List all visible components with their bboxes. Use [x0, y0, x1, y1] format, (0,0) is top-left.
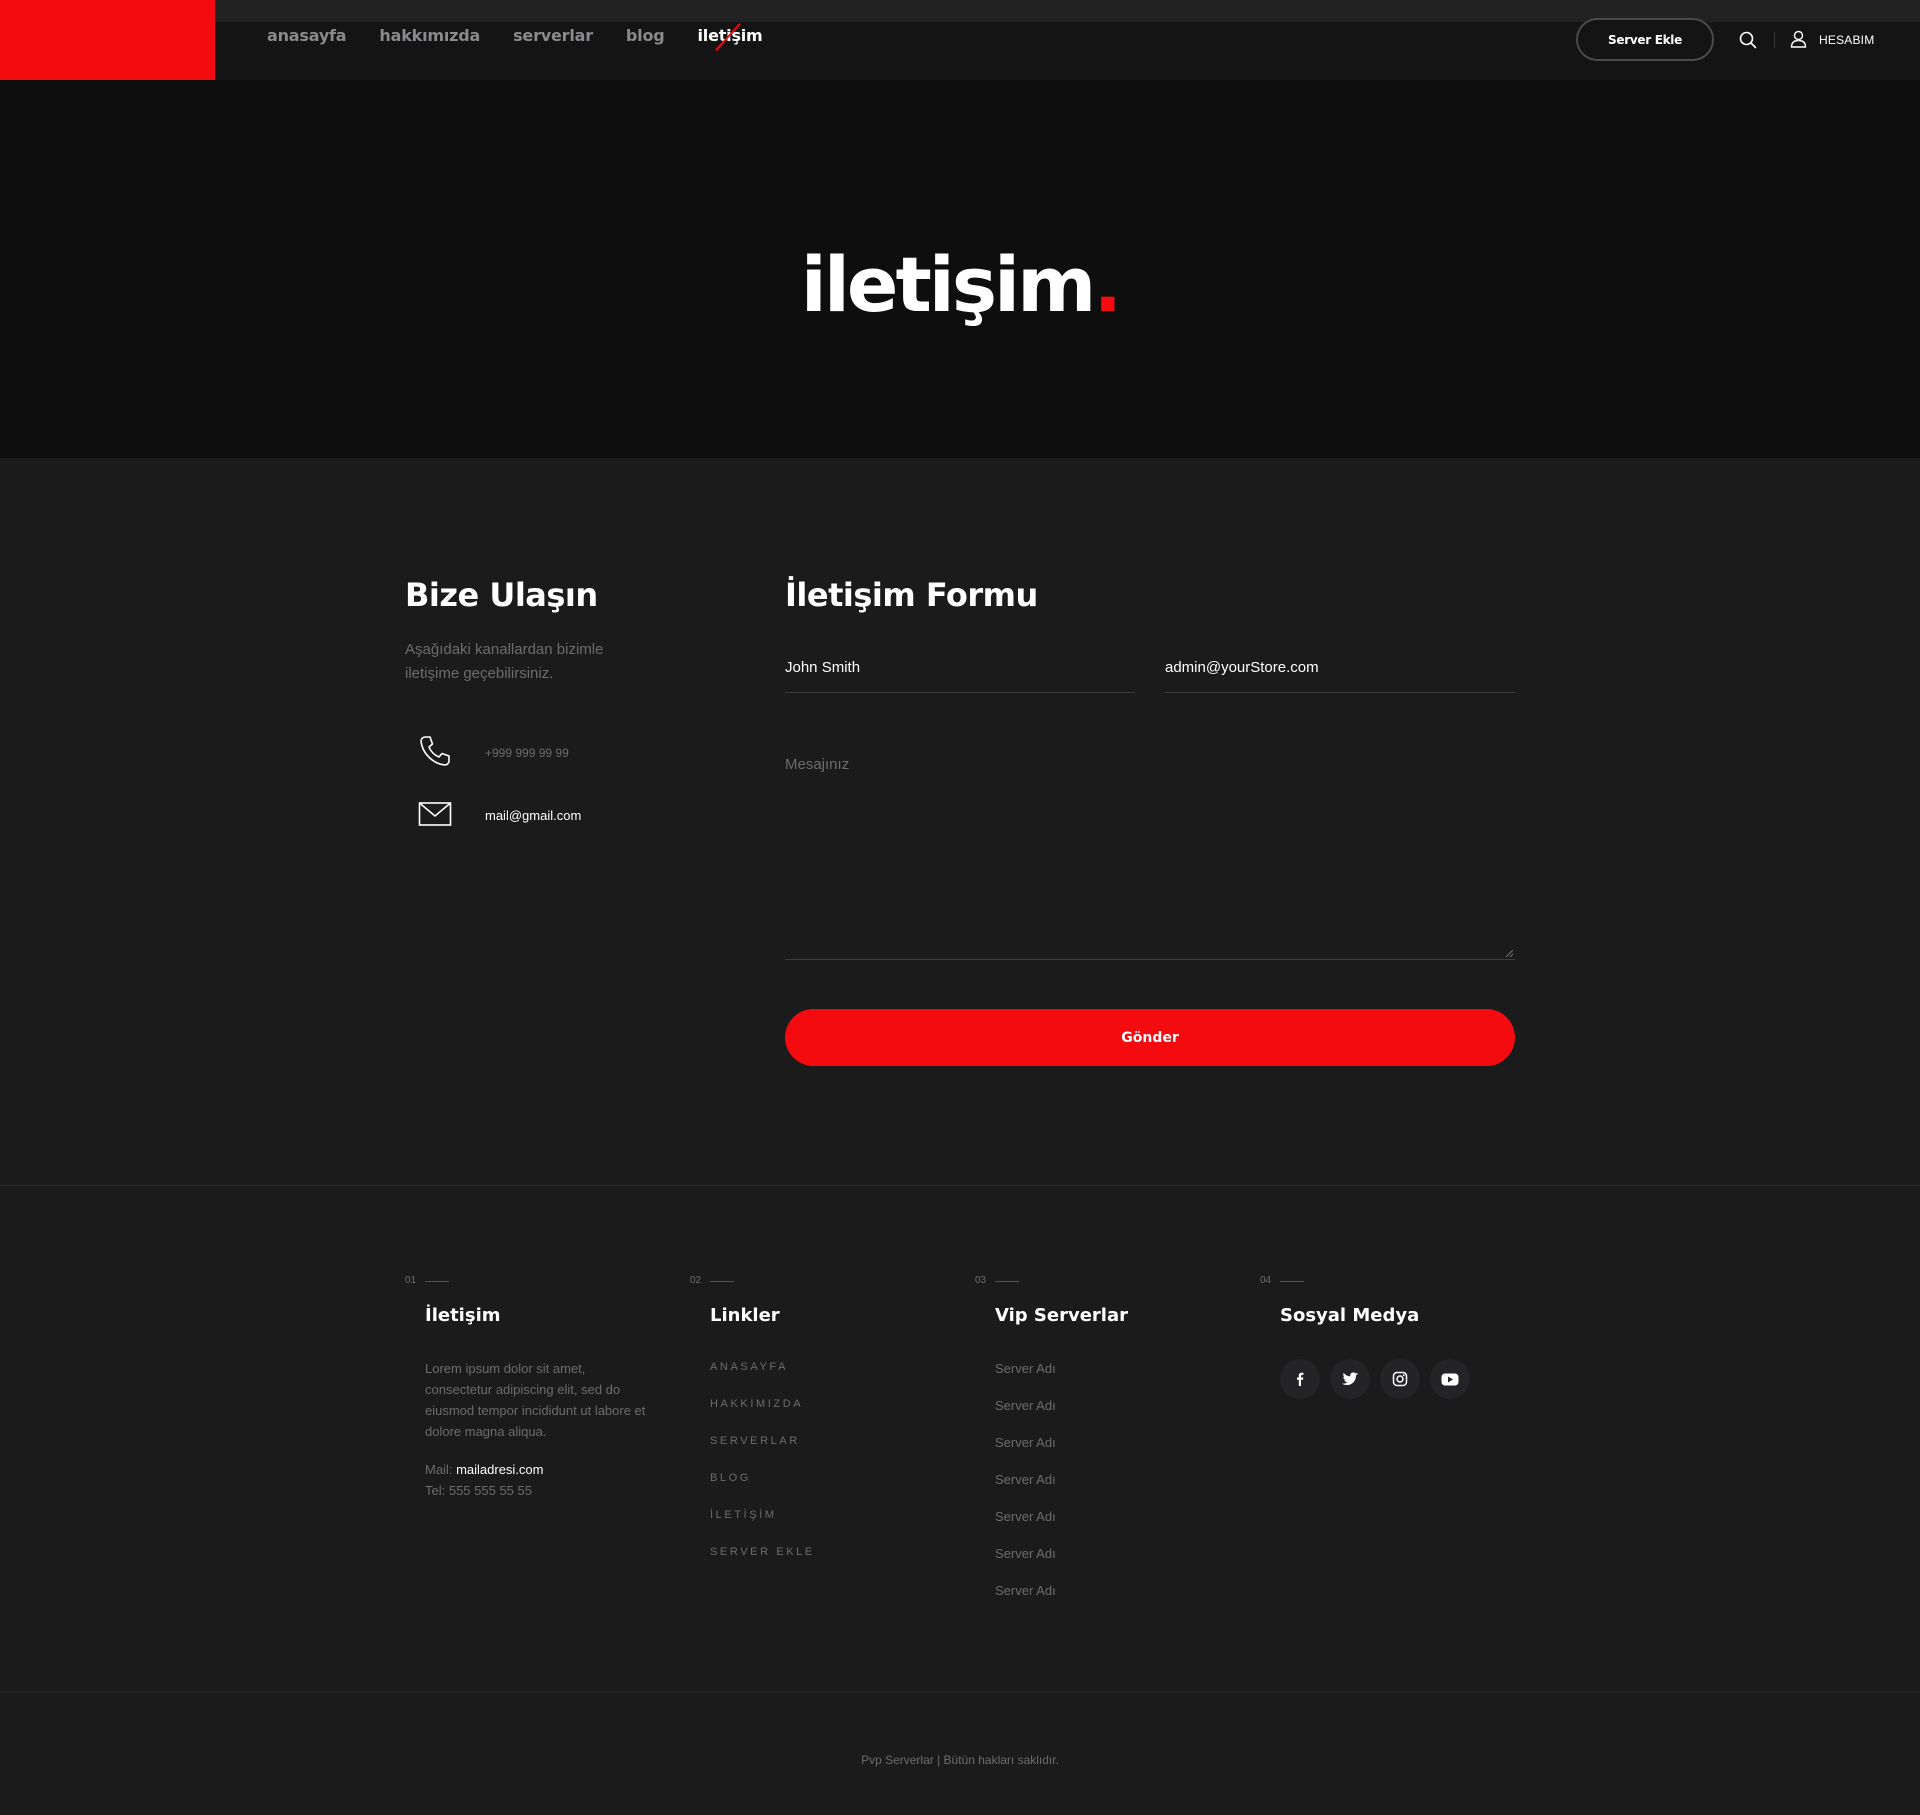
vip-server-item[interactable]: Server Adı	[995, 1546, 1056, 1561]
footer-link-blog[interactable]: BLOG	[710, 1472, 751, 1484]
footer-col3-accent	[995, 1281, 1019, 1282]
footer-col2-number: 02	[690, 1275, 702, 1286]
instagram-button[interactable]	[1380, 1359, 1420, 1399]
nav-anasayfa[interactable]: anasayfa	[267, 26, 347, 45]
instagram-icon	[1392, 1371, 1408, 1387]
server-ekle-button[interactable]: Server Ekle	[1576, 18, 1714, 61]
email-field[interactable]	[1165, 643, 1515, 693]
footer-divider	[0, 1692, 1920, 1693]
vip-server-item[interactable]: Server Adı	[995, 1398, 1056, 1413]
footer-link-serverlar[interactable]: SERVERLAR	[710, 1435, 800, 1447]
vip-server-item[interactable]: Server Adı	[995, 1361, 1056, 1376]
message-field[interactable]	[785, 746, 1515, 960]
name-input[interactable]	[785, 643, 1135, 691]
section-divider	[0, 1185, 1920, 1186]
vip-server-item[interactable]: Server Adı	[995, 1435, 1056, 1450]
email-input[interactable]	[1165, 643, 1515, 691]
resize-handle-icon[interactable]	[1505, 949, 1513, 957]
footer-col4-number: 04	[1260, 1275, 1272, 1286]
footer-col3-title: Vip Serverlar	[995, 1305, 1128, 1326]
footer-col1-title: İletişim	[425, 1305, 501, 1326]
facebook-button[interactable]	[1280, 1359, 1320, 1399]
page-title: iletişim.	[0, 240, 1920, 329]
youtube-button[interactable]	[1430, 1359, 1470, 1399]
form-title: İletişim Formu	[785, 576, 1038, 614]
message-textarea[interactable]	[785, 746, 1515, 959]
site-header: anasayfa hakkımızda serverlar blog ileti…	[0, 0, 1920, 80]
nav-hakkimizda[interactable]: hakkımızda	[379, 26, 480, 45]
vip-server-item[interactable]: Server Adı	[995, 1472, 1056, 1487]
hero-banner: iletişim.	[0, 80, 1920, 458]
nav-serverlar[interactable]: serverlar	[513, 26, 593, 45]
contact-email[interactable]: mail@gmail.com	[485, 808, 581, 823]
phone-icon	[420, 736, 450, 766]
user-icon[interactable]	[1790, 30, 1807, 48]
footer-col3-number: 03	[975, 1275, 987, 1286]
page-title-text: iletişim	[800, 240, 1097, 329]
footer-link-iletisim[interactable]: İLETİŞİM	[710, 1509, 777, 1521]
nav-blog[interactable]: blog	[626, 26, 665, 45]
youtube-icon	[1441, 1373, 1459, 1385]
twitter-icon	[1341, 1371, 1358, 1385]
logo[interactable]	[0, 0, 215, 80]
footer-col2-title: Linkler	[710, 1305, 780, 1326]
contact-description: Aşağıdaki kanallardan bizimle iletişime …	[405, 641, 604, 682]
contact-title: Bize Ulaşın	[405, 576, 598, 614]
nav-iletisim[interactable]: iletişim	[698, 26, 763, 45]
footer-mail-label: Mail:	[425, 1462, 453, 1477]
account-link[interactable]: HESABIM	[1819, 33, 1874, 47]
footer-link-server-ekle[interactable]: SERVER EKLE	[710, 1546, 815, 1558]
facebook-icon	[1297, 1372, 1304, 1386]
copyright-text: Pvp Serverlar | Bütün hakları saklıdır.	[861, 1753, 1059, 1767]
footer-col1-text: Lorem ipsum dolor sit amet, consectetur …	[425, 1361, 646, 1439]
main-nav: anasayfa hakkımızda serverlar blog ileti…	[267, 26, 763, 45]
submit-button[interactable]: Gönder	[785, 1009, 1515, 1066]
search-icon[interactable]	[1739, 31, 1757, 49]
footer-mail-link[interactable]: mailadresi.com	[456, 1462, 543, 1477]
footer-col1-number: 01	[405, 1275, 417, 1286]
footer-col4-accent	[1280, 1281, 1304, 1282]
footer-col4-title: Sosyal Medya	[1280, 1305, 1420, 1326]
vip-server-item[interactable]: Server Adı	[995, 1583, 1056, 1598]
footer-link-hakkimizda[interactable]: HAKKIMIZDA	[710, 1398, 803, 1410]
twitter-button[interactable]	[1330, 1359, 1370, 1399]
title-dot: .	[1093, 240, 1122, 329]
footer-col2-accent	[710, 1281, 734, 1282]
mail-icon	[418, 802, 452, 826]
footer-col1-accent	[425, 1281, 449, 1282]
footer-mail-line: Mail: mailadresi.com	[425, 1459, 544, 1480]
vip-server-item[interactable]: Server Adı	[995, 1509, 1056, 1524]
footer-link-anasayfa[interactable]: ANASAYFA	[710, 1361, 788, 1373]
contact-phone: +999 999 99 99	[485, 746, 569, 760]
name-field[interactable]	[785, 643, 1135, 693]
footer-tel: Tel: 555 555 55 55	[425, 1483, 532, 1498]
header-divider	[1774, 32, 1775, 48]
